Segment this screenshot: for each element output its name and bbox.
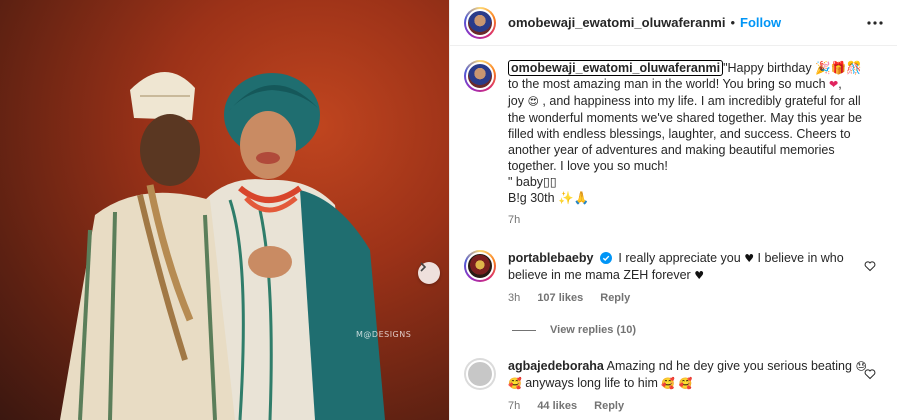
comment-likes[interactable]: 44 likes — [537, 400, 577, 412]
caption-line2-tail: , — [838, 77, 842, 91]
heart-face-icon: 🥰 — [678, 377, 693, 390]
view-replies-label: View replies (10) — [550, 324, 637, 336]
comment-text-a: I really appreciate you — [618, 251, 741, 265]
follow-button[interactable]: Follow — [740, 15, 781, 30]
view-replies-button[interactable]: View replies (10) — [512, 324, 636, 336]
black-heart-icon: ♥ — [744, 252, 755, 265]
heart-eyes-icon: 😍 — [527, 95, 539, 108]
caption-avatar[interactable] — [464, 60, 496, 92]
comment-username[interactable]: portablebaeby — [508, 251, 593, 265]
caption-line3-b: , and happiness into my life. I am incre… — [508, 94, 862, 173]
comment-text-tail: anyways long life to him — [525, 376, 658, 390]
author-username[interactable]: omobewaji_ewatomi_oluwaferanmi — [508, 15, 725, 30]
commenter-avatar[interactable] — [464, 250, 496, 282]
post-side-panel: omobewaji_ewatomi_oluwaferanmi • Follow … — [449, 0, 897, 420]
next-image-button[interactable] — [418, 262, 440, 284]
post-caption: omobewaji_ewatomi_oluwaferanmi "Happy bir… — [464, 60, 884, 228]
heart-face-icon: 🥰 — [508, 377, 522, 390]
comment-time[interactable]: 7h — [508, 400, 520, 412]
comment-body: portablebaeby I really appreciate you ♥ … — [508, 250, 868, 307]
black-heart-icon: ♥ — [694, 269, 705, 282]
header-separator: • — [730, 15, 736, 30]
post-header: omobewaji_ewatomi_oluwaferanmi • Follow — [450, 0, 897, 46]
caption-line4: " baby▯▯ — [508, 175, 557, 189]
heart-outline-icon[interactable] — [864, 368, 876, 380]
caption-line3-a: joy — [508, 94, 524, 108]
comment-username[interactable]: agbajedeboraha — [508, 359, 604, 373]
photo-illustration — [60, 71, 385, 420]
caption-time[interactable]: 7h — [508, 214, 520, 226]
comment-text: Amazing nd he dey give you serious beati… — [606, 359, 852, 373]
caption-line2: to the most amazing man in the world! Yo… — [508, 77, 826, 91]
comment-meta: 7h 44 likes Reply — [508, 398, 868, 415]
heart-outline-icon[interactable] — [864, 260, 876, 272]
post-photo[interactable]: M@DESIGNS — [0, 0, 449, 420]
commenter-avatar[interactable] — [464, 358, 496, 390]
heart-face-icon: 🥰 — [661, 377, 676, 390]
reply-button[interactable]: Reply — [600, 292, 630, 304]
comment-item: portablebaeby I really appreciate you ♥ … — [464, 250, 884, 307]
comment-body: agbajedeboraha Amazing nd he dey give yo… — [508, 358, 868, 415]
replies-divider — [512, 329, 536, 331]
comment-item: agbajedeboraha Amazing nd he dey give yo… — [464, 358, 884, 415]
photo-watermark: M@DESIGNS — [356, 330, 412, 339]
comment-likes[interactable]: 107 likes — [537, 292, 583, 304]
caption-username[interactable]: omobewaji_ewatomi_oluwaferanmi — [508, 60, 724, 76]
comment-time[interactable]: 3h — [508, 292, 520, 304]
more-horizontal-icon[interactable] — [866, 14, 884, 32]
chevron-right-icon — [420, 262, 427, 272]
caption-body: omobewaji_ewatomi_oluwaferanmi "Happy bir… — [508, 60, 878, 228]
reply-button[interactable]: Reply — [594, 400, 624, 412]
caption-line1: "Happy birthday 🎉🎁🎊 — [723, 61, 862, 75]
author-avatar[interactable] — [464, 6, 496, 39]
comment-meta: 3h 107 likes Reply — [508, 290, 868, 307]
caption-meta: 7h — [508, 212, 878, 228]
red-heart-icon: ❤ — [829, 78, 839, 91]
caption-line5: B!g 30th ✨🙏 — [508, 191, 590, 205]
verified-badge-icon — [599, 252, 612, 264]
